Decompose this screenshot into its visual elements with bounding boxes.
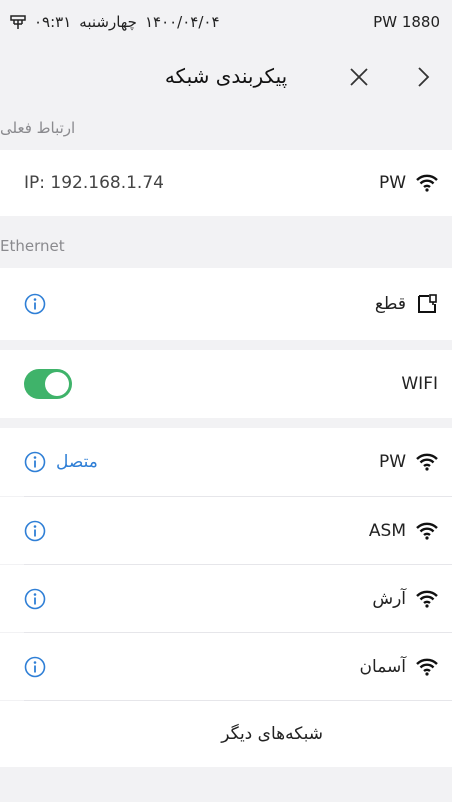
ethernet-row[interactable]: قطع — [0, 268, 452, 340]
nav-right — [346, 64, 436, 90]
toggle-knob — [45, 372, 69, 396]
info-icon[interactable] — [24, 656, 46, 678]
forward-button[interactable] — [410, 64, 436, 90]
close-icon — [350, 68, 368, 86]
connected-label: متصل — [56, 452, 98, 472]
wifi-toggle[interactable] — [24, 369, 72, 399]
current-ssid: PW — [378, 173, 406, 193]
ip-address: IP: 192.168.1.74 — [24, 173, 164, 193]
usb-icon — [10, 15, 26, 29]
wifi-icon — [416, 658, 438, 676]
current-connection-row[interactable]: IP: 192.168.1.74 PW — [0, 150, 452, 216]
network-row-aseman[interactable]: آسمان — [0, 633, 452, 700]
status-time: ۰۹:۳۱ — [34, 13, 72, 31]
other-networks-label: شبکه‌های دیگر — [221, 724, 323, 744]
nav-bar: پیکربندی شبکه — [0, 44, 452, 110]
network-row-asm[interactable]: ASM — [0, 497, 452, 564]
network-ssid: آرش — [372, 588, 406, 609]
chevron-right-icon — [418, 67, 430, 87]
wifi-icon — [416, 174, 438, 192]
device-name: PW 1880 — [373, 13, 440, 31]
network-ssid: PW — [378, 452, 406, 472]
wifi-toggle-row: WIFI — [0, 350, 452, 418]
status-date: ۱۴۰۰/۰۴/۰۴ — [144, 13, 220, 31]
network-ssid: ASM — [368, 520, 406, 541]
wifi-icon — [416, 590, 438, 608]
info-icon[interactable] — [24, 451, 46, 473]
info-icon[interactable] — [24, 520, 46, 542]
info-icon[interactable] — [24, 588, 46, 610]
ethernet-status: قطع — [374, 294, 406, 314]
status-bar: ۰۹:۳۱ چهارشنبه ۱۴۰۰/۰۴/۰۴ PW 1880 — [0, 0, 452, 44]
current-connection-header: ارتباط فعلی — [0, 119, 76, 137]
status-day: چهارشنبه — [79, 13, 137, 31]
ethernet-header: Ethernet — [0, 237, 65, 255]
close-button[interactable] — [346, 64, 372, 90]
ethernet-port-icon — [418, 294, 437, 313]
network-ssid: آسمان — [359, 656, 406, 677]
info-icon[interactable] — [24, 293, 46, 315]
wifi-icon — [416, 522, 438, 540]
network-row-pw[interactable]: متصل PW — [0, 428, 452, 496]
status-left: ۰۹:۳۱ چهارشنبه ۱۴۰۰/۰۴/۰۴ — [10, 13, 220, 31]
other-networks-row[interactable]: شبکه‌های دیگر — [0, 701, 452, 767]
network-row-arash[interactable]: آرش — [0, 565, 452, 632]
wifi-label: WIFI — [401, 374, 438, 394]
wifi-icon — [416, 453, 438, 471]
